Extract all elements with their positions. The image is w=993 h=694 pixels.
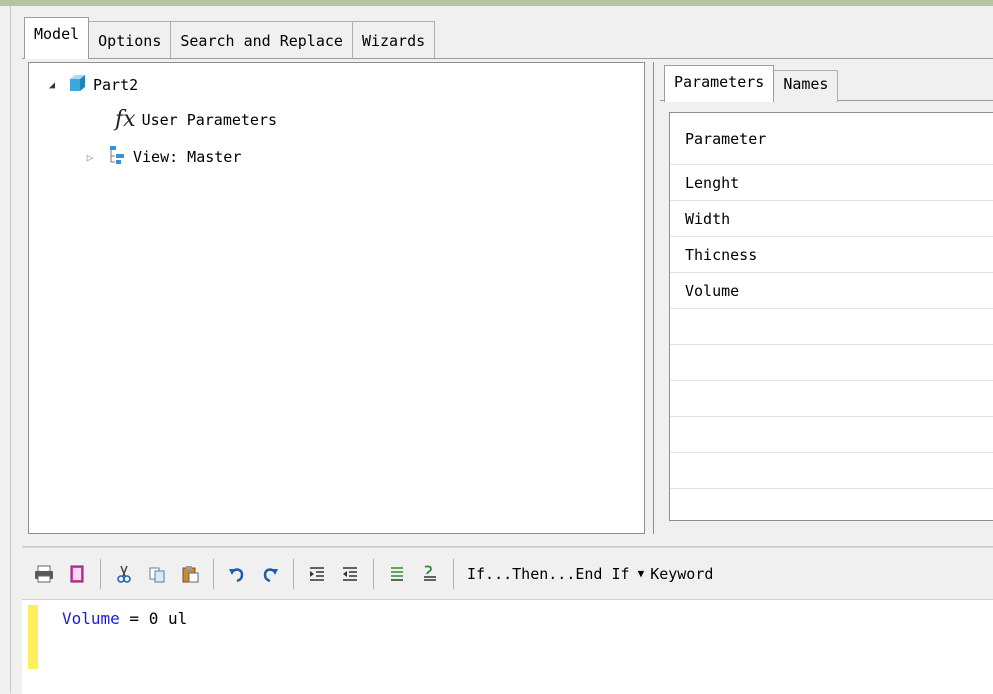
toolbar-separator [293, 558, 294, 589]
parameter-column-header[interactable]: Parameter [670, 113, 993, 165]
paste-icon[interactable] [176, 560, 204, 588]
param-name: Thicness [685, 245, 758, 264]
toolbar-separator [100, 558, 101, 589]
redo-icon[interactable] [256, 560, 284, 588]
snippet-if-then-end-if[interactable]: If...Then...End If [467, 565, 630, 583]
tree-item-label: View: Master [133, 148, 242, 166]
cut-icon[interactable] [110, 560, 138, 588]
changed-line-marker [28, 605, 38, 669]
parameters-panel: Parameters Names Parameter Lenght Width … [653, 62, 993, 534]
main-tab-bar: Model Options Search and Replace Wizards [24, 17, 436, 59]
tree-item-label: User Parameters [141, 111, 278, 129]
code-line[interactable]: Volume = 0 ul [62, 609, 187, 628]
tab-model[interactable]: Model [24, 17, 90, 59]
table-row[interactable]: Volume [670, 273, 993, 309]
tab-names[interactable]: Names [773, 70, 839, 102]
toolbar-separator [453, 558, 454, 589]
left-edge-pane [0, 6, 11, 693]
table-row[interactable]: Thicness [670, 237, 993, 273]
tree-item-user-parameters[interactable]: fx User Parameters [115, 106, 277, 134]
undo-icon[interactable] [223, 560, 251, 588]
uncomment-icon[interactable] [416, 560, 444, 588]
print-preview-icon[interactable] [63, 560, 91, 588]
part-cube-icon [67, 73, 87, 97]
toolbar-separator [373, 558, 374, 589]
tree-item-label: Part2 [93, 76, 139, 94]
tab-options[interactable]: Options [88, 21, 172, 59]
rule-code-editor[interactable]: Volume = 0 ul [22, 599, 993, 694]
table-row-empty [670, 453, 993, 489]
copy-icon[interactable] [143, 560, 171, 588]
parameter-tab-bar: Parameters Names [664, 64, 839, 102]
table-row-empty [670, 417, 993, 453]
table-row[interactable]: Lenght [670, 165, 993, 201]
param-name: Lenght [685, 173, 740, 192]
table-row-empty [670, 381, 993, 417]
indent-icon[interactable] [303, 560, 331, 588]
parameter-table: Parameter Lenght Width Thicness Volume [669, 112, 993, 521]
view-tree-icon [107, 145, 127, 169]
tab-wizards[interactable]: Wizards [351, 21, 436, 59]
tree-item-part2[interactable]: ◢ Part2 [45, 71, 138, 99]
param-name: Volume [685, 281, 740, 300]
outdent-icon[interactable] [336, 560, 364, 588]
code-expression: = 0 ul [119, 609, 188, 628]
expander-collapsed-icon[interactable]: ▷ [83, 150, 97, 164]
model-tree-panel: ◢ Part2 fx User Parameters ▷ View: Maste… [28, 62, 645, 534]
window-top-strip [0, 0, 993, 6]
tab-parameters[interactable]: Parameters [664, 65, 775, 102]
splitter[interactable] [22, 540, 993, 547]
tab-search-and-replace[interactable]: Search and Replace [170, 21, 353, 59]
code-variable: Volume [62, 609, 120, 628]
expander-expanded-icon[interactable]: ◢ [45, 78, 59, 92]
comment-icon[interactable] [383, 560, 411, 588]
table-row-empty [670, 309, 993, 345]
table-row[interactable]: Width [670, 201, 993, 237]
table-row-empty [670, 345, 993, 381]
print-icon[interactable] [30, 560, 58, 588]
toolbar-separator [213, 558, 214, 589]
editor-toolbar: If...Then...End If ▼ Keyword [22, 547, 993, 599]
tree-item-view-master[interactable]: ▷ View: Master [83, 143, 241, 171]
dropdown-arrow-icon[interactable]: ▼ [638, 567, 645, 580]
fx-icon: fx [115, 107, 136, 132]
param-name: Width [685, 209, 731, 228]
table-row-empty [670, 489, 993, 520]
keywords-dropdown[interactable]: Keyword [650, 565, 713, 583]
